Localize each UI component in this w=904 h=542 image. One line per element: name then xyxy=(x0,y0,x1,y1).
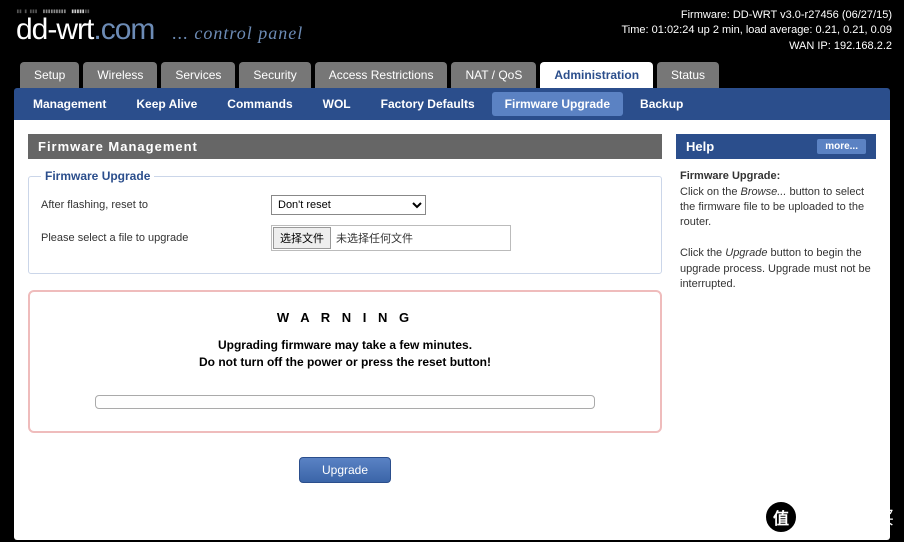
sub-tabs: ManagementKeep AliveCommandsWOLFactory D… xyxy=(14,88,890,120)
warning-text: Upgrading firmware may take a few minute… xyxy=(42,337,648,371)
help-body: Firmware Upgrade: Click on the Browse...… xyxy=(676,159,876,302)
warning-box: W A R N I N G Upgrading firmware may tak… xyxy=(28,290,662,433)
tab-access-restrictions[interactable]: Access Restrictions xyxy=(315,62,448,88)
logo-subtitle: ... control panel xyxy=(172,23,303,44)
progress-bar xyxy=(95,395,595,409)
watermark-text: 什么值得买 xyxy=(804,504,894,530)
file-browse-button[interactable]: 选择文件 xyxy=(273,227,331,249)
upgrade-button[interactable]: Upgrade xyxy=(299,457,391,483)
status-info: Firmware: DD-WRT v3.0-r27456 (06/27/15) … xyxy=(622,8,893,54)
help-title-bar: Help more... xyxy=(676,134,876,159)
firmware-upgrade-fieldset: Firmware Upgrade After flashing, reset t… xyxy=(28,169,662,274)
help-heading: Firmware Upgrade: xyxy=(680,170,780,182)
tab-security[interactable]: Security xyxy=(239,62,310,88)
subtab-wol[interactable]: WOL xyxy=(310,92,364,116)
tab-services[interactable]: Services xyxy=(161,62,235,88)
subtab-keep-alive[interactable]: Keep Alive xyxy=(123,92,210,116)
tab-status[interactable]: Status xyxy=(657,62,719,88)
reset-label: After flashing, reset to xyxy=(41,199,271,211)
tab-wireless[interactable]: Wireless xyxy=(83,62,157,88)
subtab-factory-defaults[interactable]: Factory Defaults xyxy=(368,92,488,116)
logo: ▮▮ ▮ ▮▮▮ ▮▮▮▮▮▮▮▮▮ ▮▮▮▮▮▮▮ dd-wrt.com ..… xyxy=(16,8,303,45)
warning-title: W A R N I N G xyxy=(42,310,648,325)
watermark: 值 什么值得买 xyxy=(764,500,894,534)
fieldset-legend: Firmware Upgrade xyxy=(41,169,154,183)
tab-nat-qos[interactable]: NAT / QoS xyxy=(451,62,536,88)
subtab-backup[interactable]: Backup xyxy=(627,92,696,116)
subtab-commands[interactable]: Commands xyxy=(214,92,305,116)
firmware-version: Firmware: DD-WRT v3.0-r27456 (06/27/15) xyxy=(622,8,893,23)
tab-setup[interactable]: Setup xyxy=(20,62,79,88)
file-input[interactable]: 选择文件 未选择任何文件 xyxy=(271,225,511,251)
wan-ip: WAN IP: 192.168.2.2 xyxy=(622,39,893,54)
subtab-firmware-upgrade[interactable]: Firmware Upgrade xyxy=(492,92,623,116)
file-label: Please select a file to upgrade xyxy=(41,232,271,244)
help-title: Help xyxy=(686,139,714,154)
main-tabs: SetupWirelessServicesSecurityAccess Rest… xyxy=(0,54,904,88)
uptime-load: Time: 01:02:24 up 2 min, load average: 0… xyxy=(622,23,893,38)
help-more-link[interactable]: more... xyxy=(817,139,866,154)
main-panel: Firmware Management Firmware Upgrade Aft… xyxy=(28,134,662,526)
help-panel: Help more... Firmware Upgrade: Click on … xyxy=(676,134,876,526)
content: Firmware Management Firmware Upgrade Aft… xyxy=(14,120,890,540)
file-placeholder: 未选择任何文件 xyxy=(332,230,413,246)
reset-select[interactable]: Don't reset xyxy=(271,195,426,215)
header: ▮▮ ▮ ▮▮▮ ▮▮▮▮▮▮▮▮▮ ▮▮▮▮▮▮▮ dd-wrt.com ..… xyxy=(0,0,904,54)
watermark-icon: 值 xyxy=(764,500,798,534)
logo-text: dd-wrt.com xyxy=(16,15,154,45)
section-title: Firmware Management xyxy=(28,134,662,159)
tab-administration[interactable]: Administration xyxy=(540,62,653,88)
subtab-management[interactable]: Management xyxy=(20,92,119,116)
